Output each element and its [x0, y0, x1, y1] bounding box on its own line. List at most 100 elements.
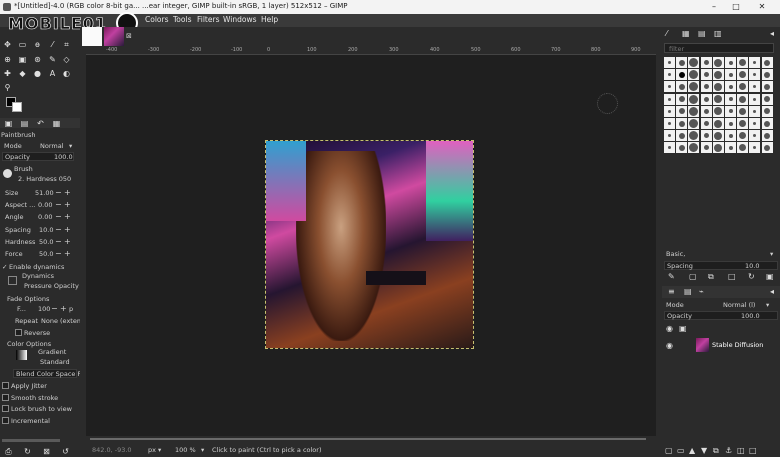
- brush-thumbnail[interactable]: [761, 105, 773, 117]
- brush-thumbnail[interactable]: [688, 69, 700, 81]
- brush-thumbnail[interactable]: [676, 93, 688, 105]
- aspect-value[interactable]: 0.00: [38, 201, 52, 209]
- brush-thumbnail[interactable]: [761, 118, 773, 129]
- lasso-icon[interactable]: ɵ: [33, 40, 42, 49]
- channels-tab-icon[interactable]: ▤: [684, 287, 692, 296]
- angle-increase-button[interactable]: +: [64, 213, 71, 221]
- move-tool-icon[interactable]: ✥: [3, 40, 12, 49]
- enable-dynamics-checkbox[interactable]: ✓: [2, 263, 7, 271]
- brush-thumbnail[interactable]: [737, 69, 749, 81]
- paths-tab-icon[interactable]: ⌁: [699, 287, 704, 296]
- brush-thumbnail[interactable]: [749, 57, 761, 68]
- menu-tools[interactable]: Tools: [173, 15, 191, 24]
- brush-thumbnail[interactable]: [688, 81, 700, 93]
- new-layer-icon[interactable]: ▢: [665, 446, 673, 455]
- new-brush-icon[interactable]: ▢: [689, 272, 697, 281]
- menu-colors[interactable]: Colors: [145, 15, 169, 24]
- brush-thumbnail[interactable]: [712, 142, 724, 154]
- brush-thumbnail[interactable]: [688, 57, 700, 68]
- brush-thumbnail[interactable]: [700, 118, 712, 129]
- brush-thumbnail[interactable]: [725, 57, 736, 68]
- paintbrush-icon[interactable]: ✎: [48, 55, 57, 64]
- eraser-icon[interactable]: ◇: [62, 55, 71, 64]
- brush-thumbnail[interactable]: [676, 142, 688, 154]
- brush-thumbnail[interactable]: [688, 118, 700, 129]
- brush-thumbnail[interactable]: [664, 118, 675, 129]
- brush-thumbnail[interactable]: [712, 69, 724, 81]
- brush-thumbnail[interactable]: [749, 142, 761, 154]
- device-status-tab-icon[interactable]: ▤: [20, 119, 29, 128]
- chevron-down-icon[interactable]: ▾: [766, 301, 769, 309]
- brush-thumbnail[interactable]: [761, 142, 773, 154]
- lock-brush-checkbox[interactable]: [2, 405, 9, 412]
- brush-thumbnail[interactable]: [688, 105, 700, 117]
- heal-icon[interactable]: ✚: [3, 69, 12, 78]
- brush-thumbnail[interactable]: [664, 81, 675, 93]
- spacing-decrease-button[interactable]: −: [55, 226, 62, 234]
- brush-thumbnail[interactable]: [761, 81, 773, 93]
- brush-thumbnail[interactable]: [749, 69, 761, 81]
- fade-increase-button[interactable]: +: [60, 305, 67, 313]
- brush-thumbnail[interactable]: [688, 130, 700, 142]
- reverse-checkbox[interactable]: [15, 329, 22, 336]
- undo-history-tab-icon[interactable]: ↶: [36, 119, 45, 128]
- brush-thumbnail[interactable]: [725, 142, 736, 154]
- tool-options-tab-icon[interactable]: ▣: [4, 119, 13, 128]
- brush-thumbnail[interactable]: [676, 81, 688, 93]
- edit-brush-icon[interactable]: ✎: [668, 272, 675, 281]
- image-canvas[interactable]: [265, 140, 474, 349]
- restore-options-icon[interactable]: ↻: [23, 447, 32, 456]
- size-decrease-button[interactable]: −: [55, 189, 62, 197]
- gradient-preview[interactable]: [16, 350, 27, 360]
- angle-value[interactable]: 0.00: [38, 213, 52, 221]
- configure-layers-icon[interactable]: ◂: [770, 287, 774, 296]
- brush-thumbnail[interactable]: [712, 93, 724, 105]
- brush-thumbnail[interactable]: [700, 130, 712, 142]
- images-tab-icon[interactable]: ▦: [52, 119, 61, 128]
- brush-thumbnail[interactable]: [761, 93, 773, 105]
- close-button[interactable]: ✕: [752, 1, 772, 13]
- save-options-icon[interactable]: ⎙: [4, 447, 13, 456]
- dynamics-preview-icon[interactable]: [8, 276, 17, 285]
- brush-filter-input[interactable]: filter: [664, 43, 774, 53]
- brush-thumbnail[interactable]: [664, 105, 675, 117]
- brush-thumbnail[interactable]: [725, 93, 736, 105]
- clone-icon[interactable]: ⊛: [33, 55, 42, 64]
- reset-options-icon[interactable]: ↺: [61, 447, 70, 456]
- fade-length-value[interactable]: 100: [38, 305, 50, 313]
- angle-decrease-button[interactable]: −: [55, 213, 62, 221]
- brush-thumbnail[interactable]: [725, 118, 736, 129]
- brush-thumbnail[interactable]: [725, 130, 736, 142]
- brush-thumbnail[interactable]: [676, 69, 688, 81]
- brush-thumbnail[interactable]: [725, 69, 736, 81]
- brush-thumbnail[interactable]: [725, 81, 736, 93]
- crop-icon[interactable]: ⌗: [62, 40, 71, 49]
- brush-thumbnail[interactable]: [700, 93, 712, 105]
- brush-thumbnail[interactable]: [676, 130, 688, 142]
- mode-select[interactable]: Normal: [40, 142, 64, 150]
- brush-thumbnail[interactable]: [688, 142, 700, 154]
- brush-thumbnail[interactable]: [700, 142, 712, 154]
- color-picker-icon[interactable]: ◐: [62, 69, 71, 78]
- configure-tab-icon[interactable]: ◂: [770, 29, 774, 38]
- brush-thumbnail[interactable]: [749, 93, 761, 105]
- brush-thumbnail[interactable]: [664, 130, 675, 142]
- brush-thumbnail[interactable]: [737, 142, 749, 154]
- menu-help[interactable]: Help: [261, 15, 278, 24]
- document-history-tab-icon[interactable]: ▥: [714, 29, 722, 38]
- transform-icon[interactable]: ⊕: [3, 55, 12, 64]
- size-increase-button[interactable]: +: [64, 189, 71, 197]
- duplicate-layer-icon[interactable]: ⧉: [713, 446, 719, 456]
- brush-thumbnail[interactable]: [712, 118, 724, 129]
- background-color-swatch[interactable]: [12, 102, 22, 112]
- brush-thumbnail[interactable]: [737, 118, 749, 129]
- menu-windows[interactable]: Windows: [223, 15, 256, 24]
- brush-thumbnail[interactable]: [688, 93, 700, 105]
- hardness-increase-button[interactable]: +: [64, 238, 71, 246]
- brush-thumbnail[interactable]: [749, 130, 761, 142]
- brush-thumbnail[interactable]: [664, 93, 675, 105]
- chevron-down-icon[interactable]: ▾: [201, 446, 204, 454]
- layer-name[interactable]: Stable Diffusion: [712, 341, 763, 349]
- horizontal-scroll-thumb[interactable]: [90, 438, 646, 440]
- brush-thumbnail[interactable]: [737, 105, 749, 117]
